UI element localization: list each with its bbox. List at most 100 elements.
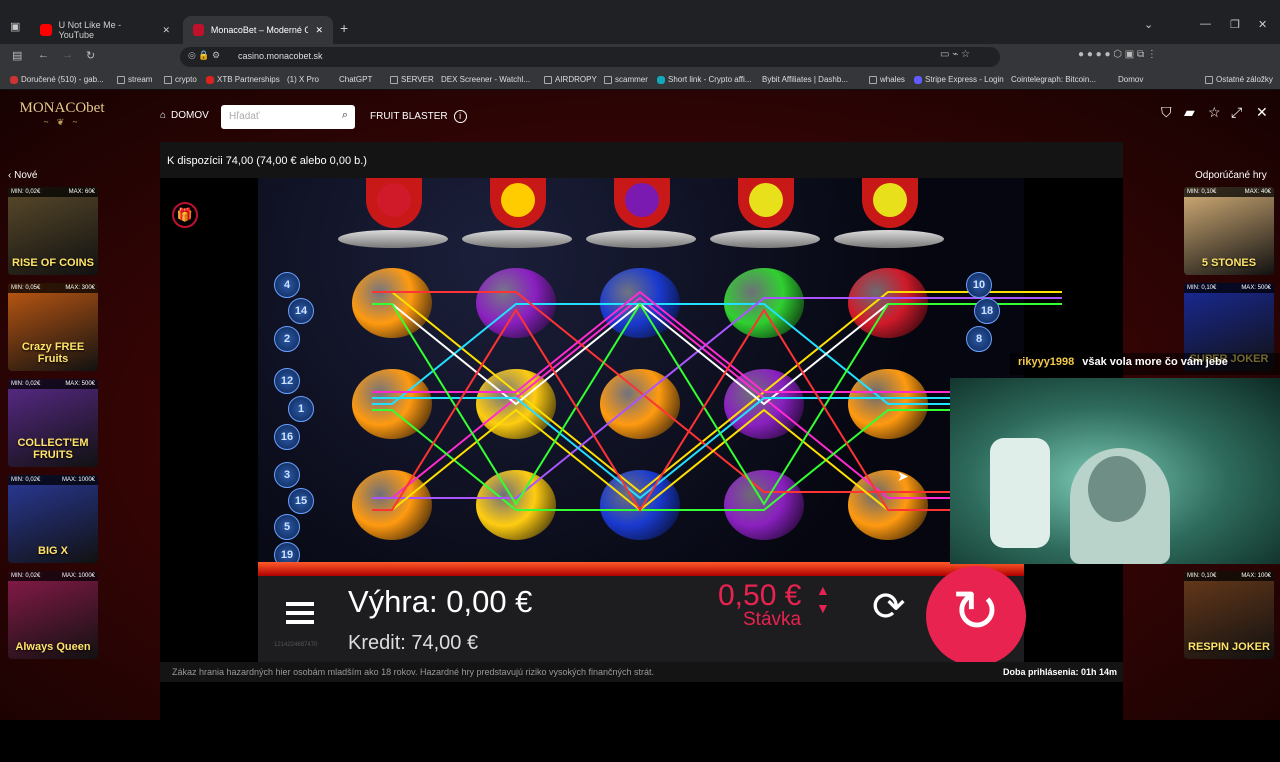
- chat-message: rikyyy1998 však vola more čo vám jebe: [1010, 353, 1280, 375]
- monacobet-logo[interactable]: MONACObet ~ ❦ ~: [14, 100, 110, 140]
- game-card[interactable]: MIN: 0,10€ MAX: 100€ RESPIN JOKER: [1184, 571, 1274, 659]
- bookmark[interactable]: Short link - Crypto affi...: [657, 75, 751, 84]
- gift-icon[interactable]: 🎁: [172, 202, 198, 228]
- install-icon[interactable]: ▭ ⌁ ☆: [940, 49, 970, 60]
- info-icon[interactable]: i: [453, 110, 467, 123]
- wallet-icon[interactable]: ▰: [1184, 104, 1195, 121]
- maximize-icon[interactable]: ❐: [1230, 18, 1240, 31]
- home-link[interactable]: ⌂ DOMOV: [160, 110, 209, 121]
- bookmark[interactable]: Cointelegraph: Bitcoin...: [1011, 75, 1096, 84]
- bet-limits: MIN: 0,02€ MAX: 1000€: [8, 571, 98, 581]
- bookmark[interactable]: SERVER: [390, 75, 434, 84]
- tab-list-icon[interactable]: ⌄: [1144, 18, 1153, 31]
- bet-limits: MIN: 0,02€ MAX: 500€: [8, 379, 98, 389]
- game-card[interactable]: MIN: 0,02€ MAX: 1000€ BIG X: [8, 475, 98, 563]
- fullscreen-icon[interactable]: ⤢: [1231, 104, 1242, 121]
- chat-text: však vola more čo vám jebe: [1082, 356, 1228, 368]
- tab-title: U Not Like Me - YouTube: [58, 20, 122, 40]
- bookmark[interactable]: ChatGPT: [339, 75, 372, 84]
- payline-number: 10: [966, 272, 992, 298]
- site-info-icon[interactable]: ◎ 🔒 ⚙: [188, 50, 220, 61]
- ufo-plum-icon: [586, 178, 696, 270]
- close-tab-icon[interactable]: ✕: [315, 25, 323, 36]
- bookmark[interactable]: AIRDROPY: [544, 75, 597, 84]
- search-icon[interactable]: ⌕: [342, 109, 348, 122]
- bet-value: 0,50 €: [718, 579, 802, 612]
- autoplay-icon[interactable]: ⟳: [872, 584, 906, 630]
- bookmark[interactable]: stream: [117, 75, 152, 84]
- game-card-name: Crazy FREE Fruits: [21, 341, 85, 365]
- spin-button[interactable]: ↻: [926, 566, 1026, 666]
- payline-number: 14: [288, 298, 314, 324]
- game-card[interactable]: MIN: 0,05€ MAX: 300€ Crazy FREE Fruits: [8, 283, 98, 371]
- footer-bar: Zákaz hrania hazardných hier osobám mlad…: [160, 662, 1123, 682]
- bet-down-icon[interactable]: ▼: [816, 600, 830, 616]
- chat-username: rikyyy1998: [1018, 356, 1075, 368]
- new-tab-button[interactable]: +: [340, 20, 348, 36]
- bookmark[interactable]: DEX Screener - Watchl...: [441, 75, 530, 84]
- forward-icon[interactable]: →: [62, 49, 73, 61]
- bookmark[interactable]: Bybit Affiliates | Dashb...: [762, 75, 848, 84]
- disclaimer-text: Zákaz hrania hazardných hier osobám mlad…: [172, 667, 655, 677]
- tab-youtube[interactable]: U Not Like Me - YouTube ✕: [30, 16, 180, 44]
- close-game-icon[interactable]: ✕: [1256, 104, 1268, 121]
- chair: [990, 438, 1050, 548]
- game-card[interactable]: MIN: 0,10€ MAX: 40€ 5 STONES: [1184, 187, 1274, 275]
- tab-search-icon[interactable]: ▣: [10, 20, 20, 33]
- payline-number: 1: [288, 396, 314, 422]
- payline-number: 3: [274, 462, 300, 488]
- bookmark[interactable]: (1) X Pro: [287, 75, 319, 84]
- game-card[interactable]: MIN: 0,02€ MAX: 500€ COLLECT'EM FRUITS: [8, 379, 98, 467]
- bet-limits: MIN: 0,05€ MAX: 300€: [8, 283, 98, 293]
- bet-limits: MIN: 0,10€ MAX: 100€: [1184, 571, 1274, 581]
- favorite-star-icon[interactable]: ☆: [1208, 104, 1221, 121]
- bookmark[interactable]: scammer: [604, 75, 648, 84]
- tab-monacobet[interactable]: MonacoBet – Moderné Online K ✕: [183, 16, 333, 44]
- payline-number: 8: [966, 326, 992, 352]
- bookmark[interactable]: whales: [869, 75, 905, 84]
- payline-number: 12: [274, 368, 300, 394]
- bookmark-folder-other[interactable]: Ostatné záložky: [1205, 75, 1273, 84]
- payline-number: 15: [288, 488, 314, 514]
- ufo-lemon-icon: [710, 178, 820, 270]
- menu-button[interactable]: [286, 602, 314, 624]
- streamer-head: [1088, 456, 1146, 522]
- game-card[interactable]: MIN: 0,02€ MAX: 60€ RISE OF COINS: [8, 187, 98, 275]
- bet-limits: MIN: 0,10€ MAX: 40€: [1184, 187, 1274, 197]
- minimize-icon[interactable]: —: [1200, 18, 1211, 30]
- monacobet-icon: [193, 24, 204, 36]
- available-balance: K dispozícii 74,00 (74,00 € alebo 0,00 b…: [160, 142, 1123, 178]
- new-games-title[interactable]: ‹ Nové: [8, 170, 37, 181]
- game-title: FRUIT BLASTER i: [370, 110, 467, 123]
- bet-up-icon[interactable]: ▲: [816, 582, 830, 598]
- reload-icon[interactable]: ↻: [86, 49, 95, 62]
- extensions-icon[interactable]: ● ● ● ● ⬡ ▣ ⧉ ⋮: [1078, 49, 1157, 60]
- bet-label: Stávka: [743, 609, 802, 630]
- youtube-icon: [40, 24, 52, 36]
- bookmark[interactable]: XTB Partnerships: [206, 75, 280, 84]
- payline-number: 2: [274, 326, 300, 352]
- logo-ornament: ~ ❦ ~: [43, 117, 81, 127]
- bookmark[interactable]: Stripe Express - Login: [914, 75, 1004, 84]
- bet-limits: MIN: 0,10€ MAX: 500€: [1184, 283, 1274, 293]
- close-window-icon[interactable]: ✕: [1258, 18, 1267, 31]
- bet-limits: MIN: 0,02€ MAX: 60€: [8, 187, 98, 197]
- credit-display: Kredit: 74,00 €: [348, 632, 479, 654]
- bookmark[interactable]: Domov: [1118, 75, 1143, 84]
- home-icon: ⌂: [160, 110, 167, 121]
- bookmark[interactable]: Doručené (510) - gab...: [10, 75, 104, 84]
- sidebar-icon[interactable]: ▤: [12, 49, 22, 62]
- back-icon[interactable]: ←: [38, 49, 49, 61]
- ufo-star-icon: [462, 178, 572, 270]
- bookmark[interactable]: crypto: [164, 75, 197, 84]
- control-panel: Výhra: 0,00 € Kredit: 74,00 € 1214224687…: [258, 566, 1026, 666]
- game-card[interactable]: MIN: 0,02€ MAX: 1000€ Always Queen: [8, 571, 98, 659]
- payline-number: 4: [274, 272, 300, 298]
- bookmarks-bar: Doručené (510) - gab... stream crypto XT…: [0, 70, 1280, 90]
- game-card-name: 5 STONES: [1201, 257, 1257, 269]
- red-separator: [258, 562, 1024, 576]
- close-tab-icon[interactable]: ✕: [162, 25, 170, 36]
- url-field[interactable]: casino.monacobet.sk: [180, 47, 1000, 67]
- search-input[interactable]: Hľadať ⌕: [221, 105, 355, 129]
- shield-icon[interactable]: ⛉: [1161, 104, 1172, 121]
